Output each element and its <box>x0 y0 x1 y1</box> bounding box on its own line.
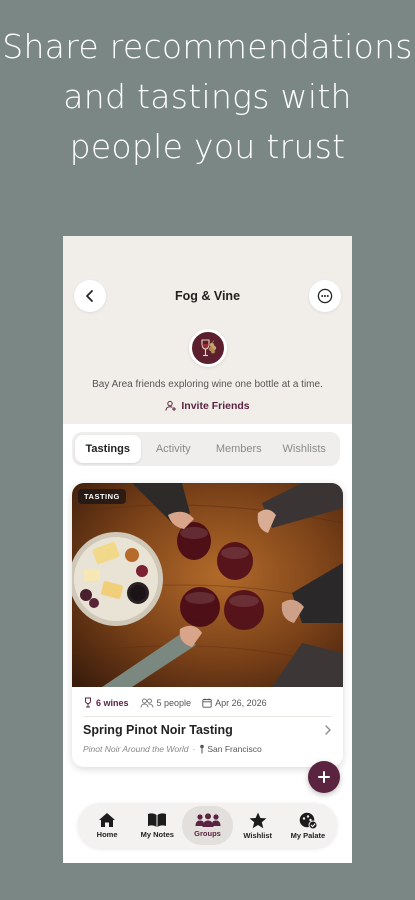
star-icon <box>249 812 267 828</box>
tasting-card[interactable]: TASTING 6 wines 5 people Apr 26, 2026 Sp… <box>72 483 343 767</box>
tasting-meta: 6 wines 5 people Apr 26, 2026 <box>83 697 267 708</box>
back-button[interactable] <box>74 280 106 312</box>
pin-icon <box>200 744 205 754</box>
tasting-date-label: Apr 26, 2026 <box>215 697 267 708</box>
card-divider <box>83 716 332 717</box>
nav-home-label: Home <box>96 830 118 839</box>
groups-icon <box>195 813 220 827</box>
nav-wishlist[interactable]: Wishlist <box>233 806 283 845</box>
palate-icon <box>299 812 318 829</box>
nav-my-palate-label: My Palate <box>290 830 326 840</box>
headline-line-2: and tastings with <box>63 77 352 116</box>
group-title: Fog & Vine <box>174 289 241 303</box>
tasting-series: Pinot Noir Around the World <box>83 744 189 754</box>
wine-count-label: 6 wines <box>96 697 129 708</box>
tab-members[interactable]: Members <box>206 435 272 463</box>
add-person-icon <box>165 400 177 411</box>
tasting-location: San Francisco <box>199 744 262 754</box>
group-avatar <box>189 329 227 367</box>
headline-line-1: Share recommendations <box>2 27 413 66</box>
invite-friends-button[interactable]: Invite Friends <box>63 400 352 412</box>
nav-my-notes-label: My Notes <box>140 830 174 839</box>
tasting-date: Apr 26, 2026 <box>202 698 267 708</box>
headline: Share recommendations and tastings with … <box>0 22 415 172</box>
people-count: 5 people <box>140 697 192 708</box>
tasting-location-label: San Francisco <box>207 744 262 754</box>
nav-home[interactable]: Home <box>82 806 132 845</box>
tasting-badge: TASTING <box>78 489 126 504</box>
phone-screen: Fog & Vine Bay Area friends exploring wi… <box>63 236 352 863</box>
wine-count: 6 wines <box>83 697 129 708</box>
nav-groups-label: Groups <box>194 829 221 838</box>
more-icon <box>317 288 333 304</box>
chevron-right-icon <box>325 725 331 735</box>
add-tasting-button[interactable] <box>308 761 340 793</box>
tasting-subtitle: Pinot Noir Around the World · San Franci… <box>83 744 262 754</box>
tasting-title: Spring Pinot Noir Tasting <box>83 723 233 737</box>
wine-glass-icon <box>201 339 217 357</box>
top-bar: Fog & Vine <box>63 280 352 312</box>
more-options-button[interactable] <box>309 280 341 312</box>
calendar-icon <box>202 698 212 708</box>
tab-wishlists[interactable]: Wishlists <box>272 435 338 463</box>
nav-wishlist-label: Wishlist <box>243 830 273 840</box>
separator-dot: · <box>192 744 196 754</box>
chevron-left-icon <box>86 290 93 302</box>
people-icon <box>140 698 153 708</box>
headline-line-3: people you trust <box>69 127 346 166</box>
tasting-photo <box>72 483 343 687</box>
nav-groups[interactable]: Groups <box>182 806 233 845</box>
book-icon <box>148 813 167 827</box>
nav-my-notes[interactable]: My Notes <box>132 806 182 845</box>
wine-glass-small-icon <box>85 697 91 708</box>
invite-friends-label: Invite Friends <box>181 400 250 412</box>
segment-tabs: Tastings Activity Members Wishlists <box>72 432 340 466</box>
people-count-label: 5 people <box>156 697 192 708</box>
plus-icon <box>318 771 330 783</box>
content-area: Tastings Activity Members Wishlists TAST… <box>63 424 352 863</box>
nav-my-palate[interactable]: My Palate <box>283 806 333 845</box>
group-description: Bay Area friends exploring wine one bott… <box>92 379 323 390</box>
bottom-nav: Home My Notes Groups Wishlist My Palate <box>78 803 337 848</box>
tab-activity[interactable]: Activity <box>141 435 207 463</box>
tab-tastings[interactable]: Tastings <box>75 435 141 463</box>
home-icon <box>99 813 116 827</box>
